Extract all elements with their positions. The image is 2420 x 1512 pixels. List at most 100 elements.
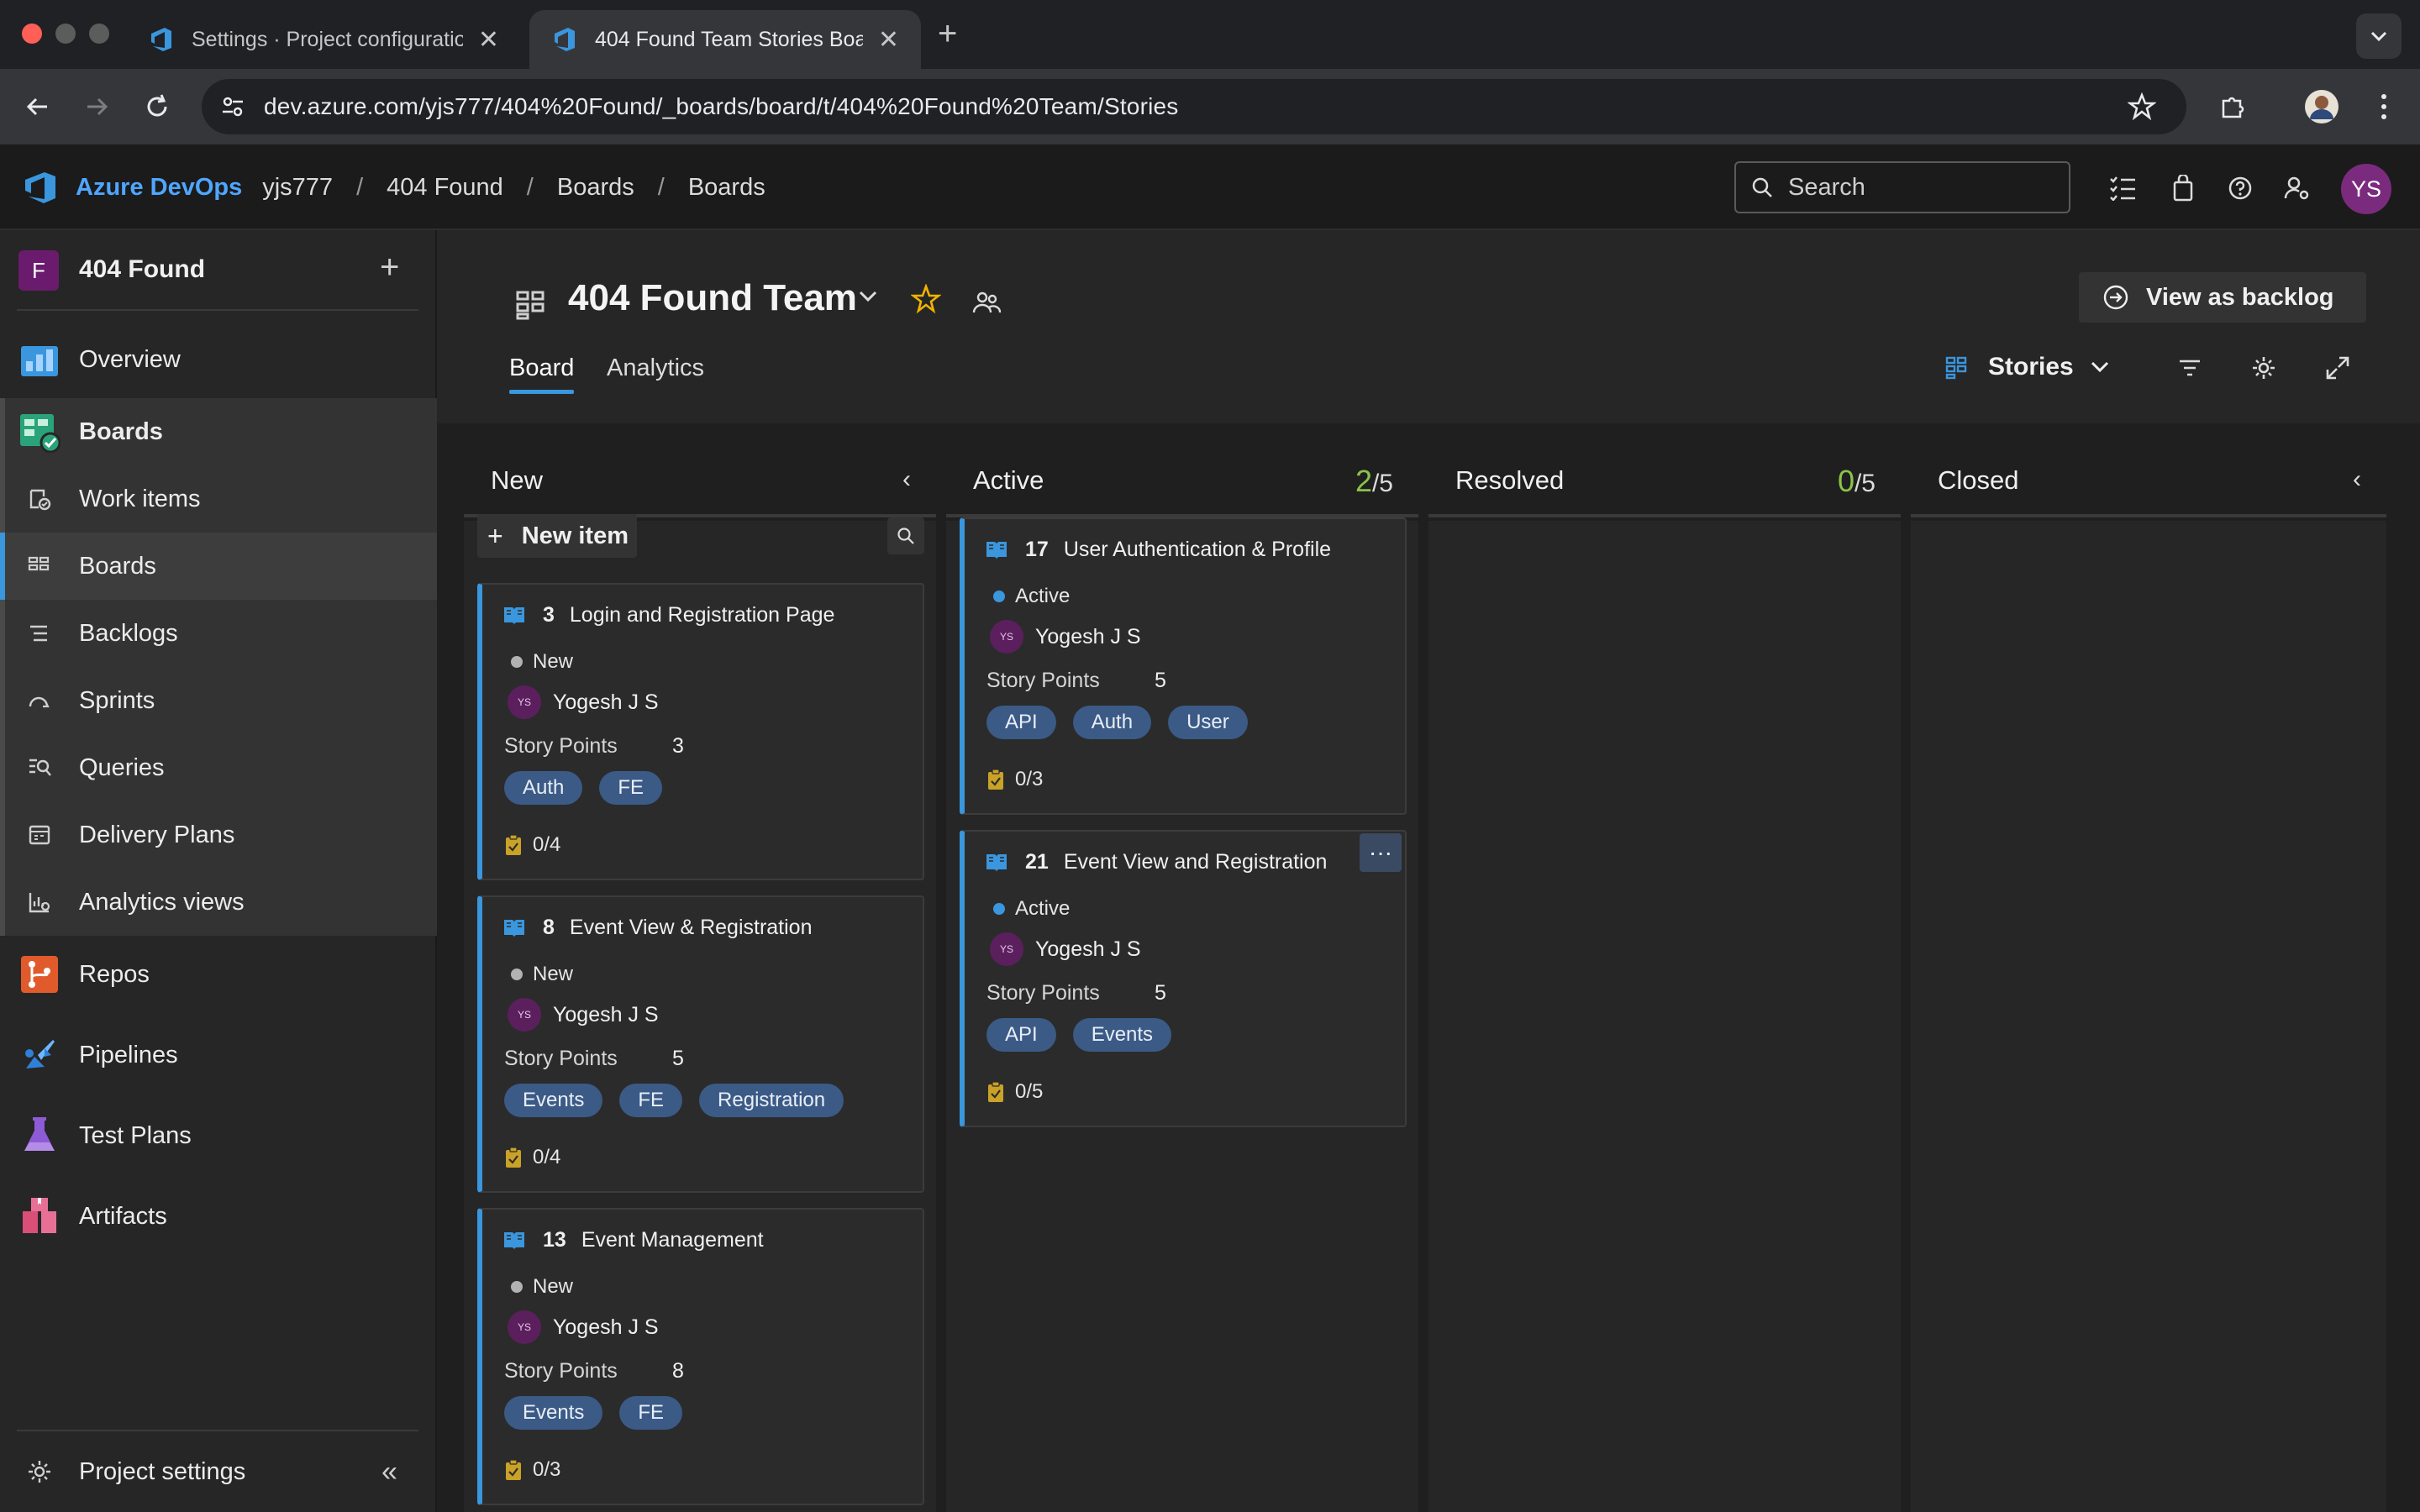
tag[interactable]: FE <box>619 1084 683 1117</box>
sidebar-item-delivery-plans[interactable]: Delivery Plans <box>0 801 437 869</box>
view-as-backlog-button[interactable]: View as backlog <box>2079 272 2366 323</box>
tag[interactable]: Events <box>1072 1018 1172 1052</box>
close-tab-icon[interactable]: ✕ <box>878 25 899 55</box>
sidebar-item-analytics-views[interactable]: Analytics views <box>0 869 437 936</box>
work-item-card[interactable]: 13 Event Management New YS Yogesh J S Sto… <box>477 1208 924 1505</box>
work-item-state[interactable]: Active <box>993 585 1070 608</box>
sidebar-item-boards[interactable]: Boards <box>0 533 437 600</box>
board-settings-gear-icon[interactable] <box>2247 351 2281 385</box>
user-avatar[interactable]: YS <box>2341 164 2391 214</box>
story-points-value[interactable]: 5 <box>1155 981 1166 1005</box>
full-screen-icon[interactable] <box>2321 351 2354 385</box>
work-item-assignee[interactable]: YS Yogesh J S <box>508 685 659 719</box>
breadcrumb-hub-group[interactable]: Boards <box>557 174 634 202</box>
child-tasks-progress[interactable]: 0/3 <box>986 768 1043 791</box>
column-search-button[interactable] <box>887 517 924 554</box>
breadcrumb-project[interactable]: 404 Found <box>387 174 503 202</box>
help-icon[interactable] <box>2223 171 2257 205</box>
tag[interactable]: API <box>986 706 1056 739</box>
tab-board[interactable]: Board <box>509 354 575 394</box>
tag[interactable]: FE <box>619 1396 683 1430</box>
work-item-state[interactable]: New <box>511 650 573 674</box>
extensions-button[interactable] <box>2213 87 2252 126</box>
profile-button[interactable] <box>2302 87 2341 126</box>
browser-tab-settings[interactable]: Settings · Project configuratio ✕ <box>126 10 521 69</box>
filter-icon[interactable] <box>2173 351 2207 385</box>
card-more-actions-button[interactable]: ··· <box>1360 833 1402 872</box>
tab-analytics[interactable]: Analytics <box>607 354 704 382</box>
work-item-state[interactable]: New <box>511 1275 573 1299</box>
chevron-down-icon[interactable] <box>855 284 881 309</box>
tab-search-button[interactable] <box>2356 13 2402 59</box>
azure-devops-logo-icon[interactable] <box>22 168 60 207</box>
site-info-icon[interactable] <box>218 92 247 121</box>
sidebar-item-repos[interactable]: Repos <box>0 941 437 1008</box>
team-members-icon[interactable] <box>971 287 1002 318</box>
team-title[interactable]: 404 Found Team <box>568 277 857 319</box>
sidebar-item-pipelines[interactable]: Pipelines <box>0 1021 437 1089</box>
tag[interactable]: Registration <box>699 1084 844 1117</box>
work-item-assignee[interactable]: YS Yogesh J S <box>990 620 1141 654</box>
child-tasks-progress[interactable]: 0/4 <box>504 1146 560 1169</box>
work-item-state[interactable]: Active <box>993 897 1070 921</box>
tag[interactable]: Events <box>504 1084 603 1117</box>
address-bar[interactable]: dev.azure.com/yjs777/404%20Found/_boards… <box>202 79 2186 134</box>
bookmark-star-icon[interactable] <box>2128 92 2156 121</box>
forward-button[interactable] <box>77 87 116 126</box>
work-item-state[interactable]: New <box>511 963 573 986</box>
project-settings-link[interactable]: Project settings « <box>0 1438 437 1505</box>
collapse-column-icon[interactable]: ‹ <box>2353 465 2361 494</box>
minimize-window-button[interactable] <box>55 24 76 44</box>
sidebar-item-backlogs[interactable]: Backlogs <box>0 600 437 667</box>
brand-link[interactable]: Azure DevOps <box>76 174 242 202</box>
sidebar-item-queries[interactable]: Queries <box>0 734 437 801</box>
marketplace-bag-icon[interactable] <box>2166 171 2200 205</box>
backlog-level-dropdown[interactable]: Stories <box>1944 353 2112 381</box>
story-points-value[interactable]: 5 <box>1155 669 1166 693</box>
new-tab-button[interactable]: + <box>938 15 957 53</box>
story-points-value[interactable]: 5 <box>672 1047 684 1071</box>
browser-tab-board[interactable]: 404 Found Team Stories Boar ✕ <box>529 10 921 69</box>
work-item-card[interactable]: 3 Login and Registration Page New YS Yoge… <box>477 583 924 880</box>
tag[interactable]: FE <box>599 771 663 805</box>
breadcrumb-hub[interactable]: Boards <box>688 174 765 202</box>
sidebar-item-overview[interactable]: Overview <box>0 326 437 393</box>
sidebar-item-boards-group[interactable]: Boards <box>0 398 437 465</box>
story-points-value[interactable]: 8 <box>672 1359 684 1383</box>
tag[interactable]: Auth <box>504 771 583 805</box>
tag[interactable]: API <box>986 1018 1056 1052</box>
browser-menu-button[interactable] <box>2365 87 2403 126</box>
sidebar-item-work-items[interactable]: Work items <box>0 465 437 533</box>
work-item-title[interactable]: Event View & Registration <box>570 916 813 940</box>
back-button[interactable] <box>18 87 57 126</box>
work-item-card[interactable]: 8 Event View & Registration New YS Yogesh… <box>477 895 924 1193</box>
close-tab-icon[interactable]: ✕ <box>478 25 499 55</box>
child-tasks-progress[interactable]: 0/4 <box>504 833 560 857</box>
project-name[interactable]: 404 Found <box>79 255 205 284</box>
user-settings-icon[interactable] <box>2281 171 2314 205</box>
collapse-column-icon[interactable]: ‹ <box>902 465 911 494</box>
tag[interactable]: Events <box>504 1396 603 1430</box>
child-tasks-progress[interactable]: 0/5 <box>986 1080 1043 1104</box>
favorite-star-icon[interactable] <box>911 284 941 314</box>
child-tasks-progress[interactable]: 0/3 <box>504 1458 560 1482</box>
work-item-card[interactable]: 17 User Authentication & Profile Active … <box>960 517 1407 815</box>
work-item-card[interactable]: ··· 21 Event View and Registration Activ… <box>960 830 1407 1127</box>
search-input[interactable]: Search <box>1734 161 2070 213</box>
work-item-assignee[interactable]: YS Yogesh J S <box>508 1310 659 1344</box>
story-points-value[interactable]: 3 <box>672 734 684 759</box>
work-item-title[interactable]: Login and Registration Page <box>570 603 835 627</box>
sidebar-item-sprints[interactable]: Sprints <box>0 667 437 734</box>
maximize-window-button[interactable] <box>89 24 109 44</box>
collapse-nav-icon[interactable]: « <box>381 1456 397 1488</box>
reload-button[interactable] <box>138 87 176 126</box>
add-new-button[interactable]: + <box>380 249 399 286</box>
tag[interactable]: Auth <box>1072 706 1152 739</box>
work-items-list-icon[interactable] <box>2106 171 2139 205</box>
close-window-button[interactable] <box>22 24 42 44</box>
sidebar-item-test-plans[interactable]: Test Plans <box>0 1102 437 1169</box>
work-item-title[interactable]: Event View and Registration <box>1064 850 1328 874</box>
work-item-assignee[interactable]: YS Yogesh J S <box>990 932 1141 966</box>
tag[interactable]: User <box>1168 706 1248 739</box>
breadcrumb-org[interactable]: yjs777 <box>262 174 333 202</box>
